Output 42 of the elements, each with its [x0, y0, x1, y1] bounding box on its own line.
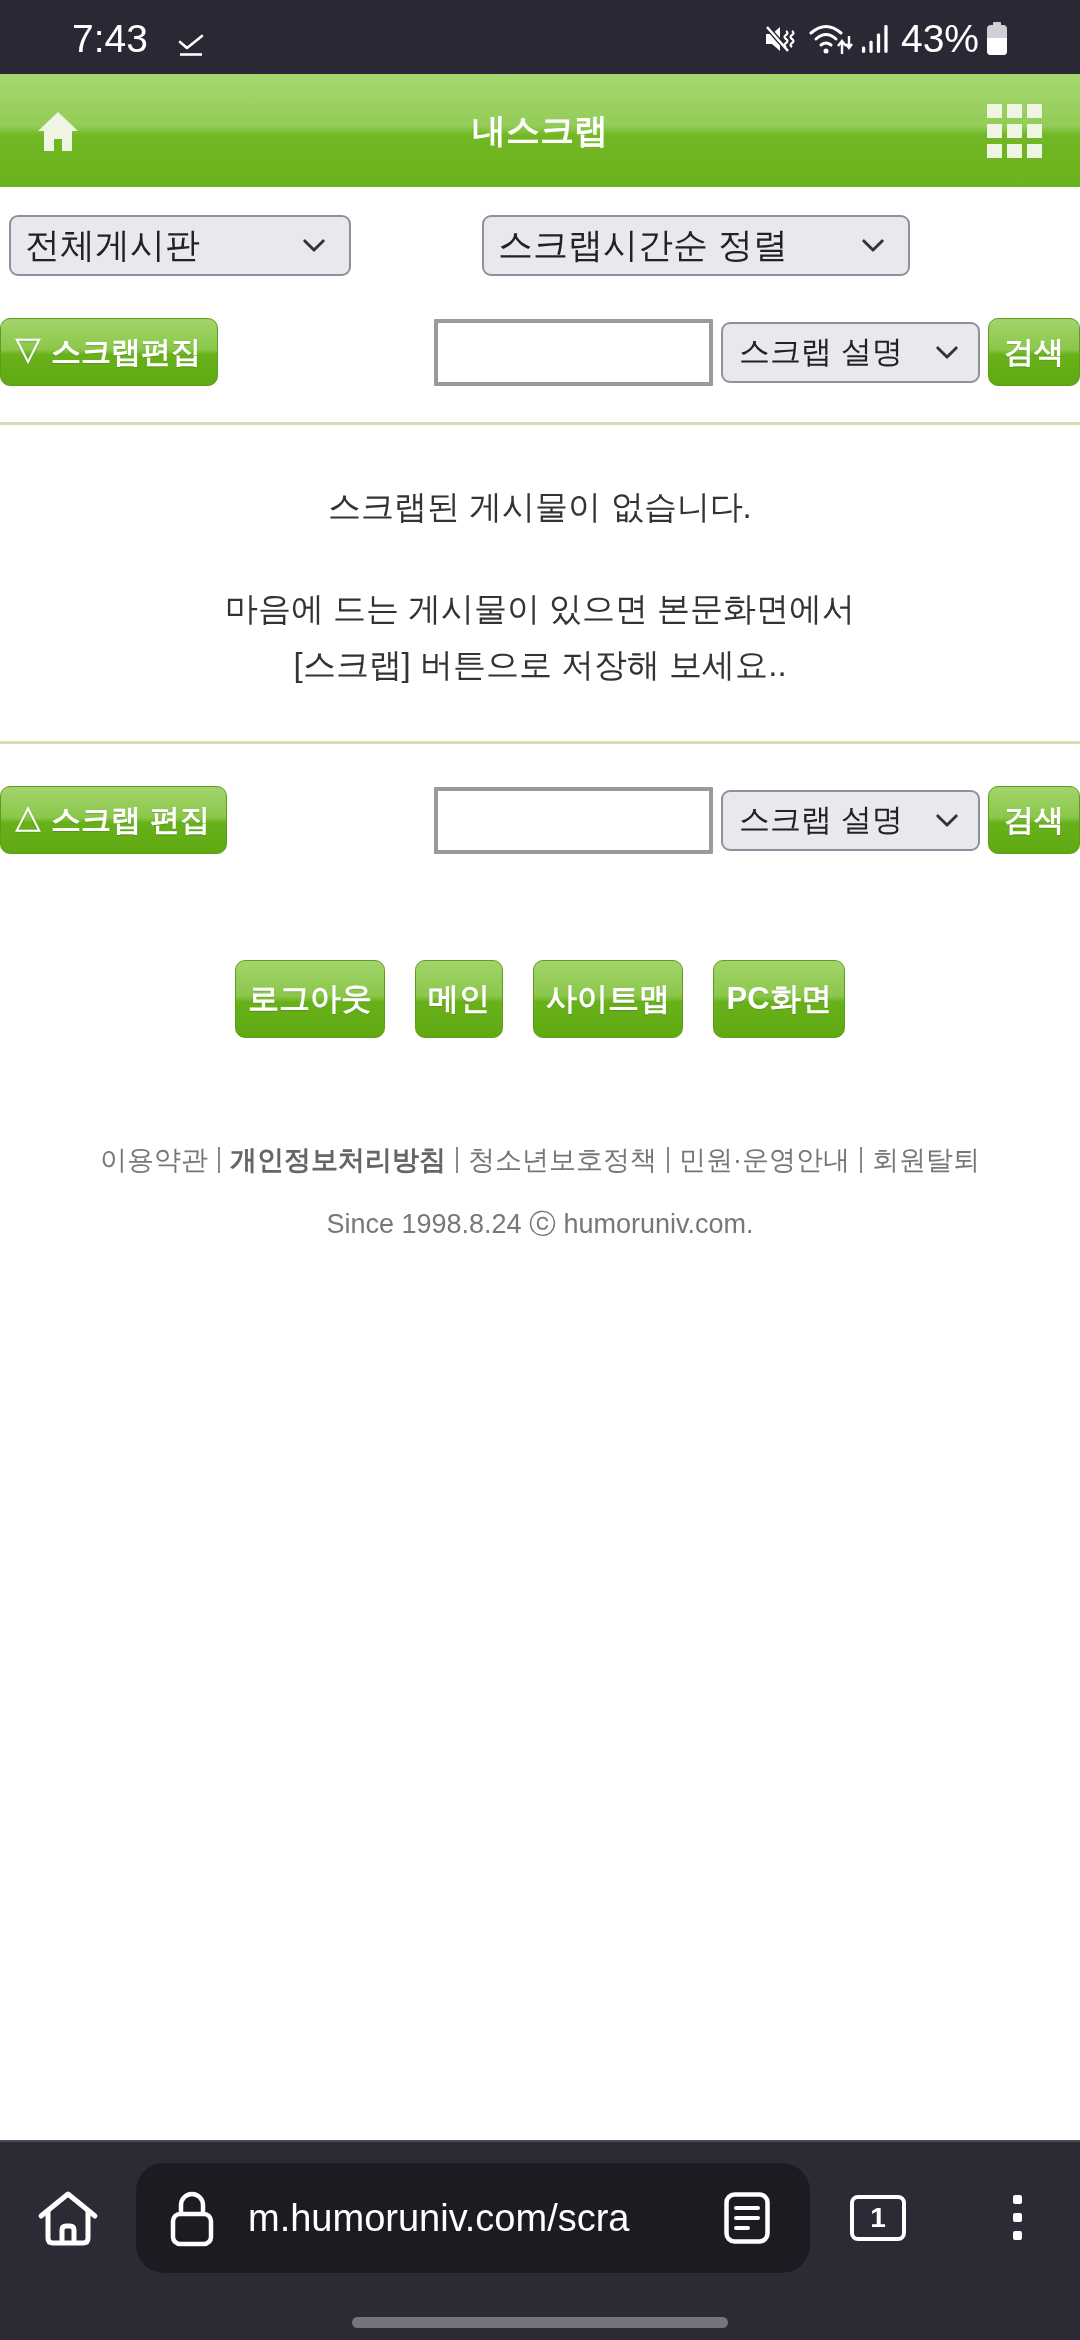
scrap-edit-button[interactable]: △ 스크랩 편집 — [0, 786, 227, 854]
grid-menu-icon[interactable] — [987, 103, 1042, 158]
copyright-text: Since 1998.8.24 ⓒ humoruniv.com. — [326, 1208, 754, 1241]
search-scope-dropdown[interactable]: 스크랩 설명 — [721, 321, 980, 383]
more-options-icon[interactable] — [1013, 2195, 1023, 2241]
footer-link[interactable]: 개인정보처리방침 — [230, 1140, 446, 1180]
lock-icon — [170, 2189, 214, 2247]
footer-button[interactable]: 로그아웃 — [235, 960, 386, 1038]
footer-button[interactable]: PC화면 — [713, 960, 845, 1038]
footer-link[interactable]: 회원탈퇴 — [872, 1140, 980, 1180]
status-time: 7:43 — [72, 17, 148, 61]
check-icon — [177, 34, 204, 56]
home-icon[interactable] — [37, 2190, 99, 2246]
footer-link[interactable]: 이용약관 — [100, 1140, 208, 1180]
empty-message: 스크랩된 게시물이 없습니다. — [328, 487, 752, 527]
footer-button[interactable]: 메인 — [415, 960, 504, 1038]
tab-count-button[interactable]: 1 — [850, 2195, 906, 2241]
search-button[interactable]: 검색 — [988, 318, 1080, 386]
board-dropdown[interactable]: 전체게시판 — [9, 215, 351, 276]
signal-icon — [860, 24, 889, 54]
search-button[interactable]: 검색 — [988, 786, 1080, 854]
footer-link[interactable]: 민원·운영안내 — [679, 1140, 850, 1180]
page-title: 내스크랩 — [471, 109, 608, 151]
battery-percent: 43% — [900, 17, 979, 61]
document-icon[interactable] — [724, 2192, 770, 2244]
footer-button[interactable]: 사이트맵 — [533, 960, 684, 1038]
search-input[interactable] — [434, 318, 713, 386]
chevron-down-icon — [303, 239, 325, 252]
scrap-edit-button[interactable]: ▽ 스크랩편집 — [0, 318, 219, 386]
hint-text: 마음에 드는 게시물이 있으면 본문화면에서 [스크랩] 버튼으로 저장해 보세요.. — [224, 589, 856, 685]
chevron-down-icon — [936, 813, 958, 827]
wifi-icon — [808, 22, 853, 56]
muted-speaker-icon — [763, 24, 796, 54]
sort-dropdown[interactable]: 스크랩시간순 정렬 — [482, 215, 910, 276]
address-bar[interactable]: m.humoruniv.com/scra — [136, 2163, 810, 2273]
search-input[interactable] — [434, 786, 713, 854]
battery-icon — [986, 22, 1008, 56]
chevron-down-icon — [862, 239, 884, 252]
chevron-down-icon — [936, 345, 958, 359]
url-text: m.humoruniv.com/scra — [248, 2196, 631, 2240]
search-scope-dropdown[interactable]: 스크랩 설명 — [721, 789, 980, 851]
footer-link[interactable]: 청소년보호정책 — [468, 1140, 657, 1180]
